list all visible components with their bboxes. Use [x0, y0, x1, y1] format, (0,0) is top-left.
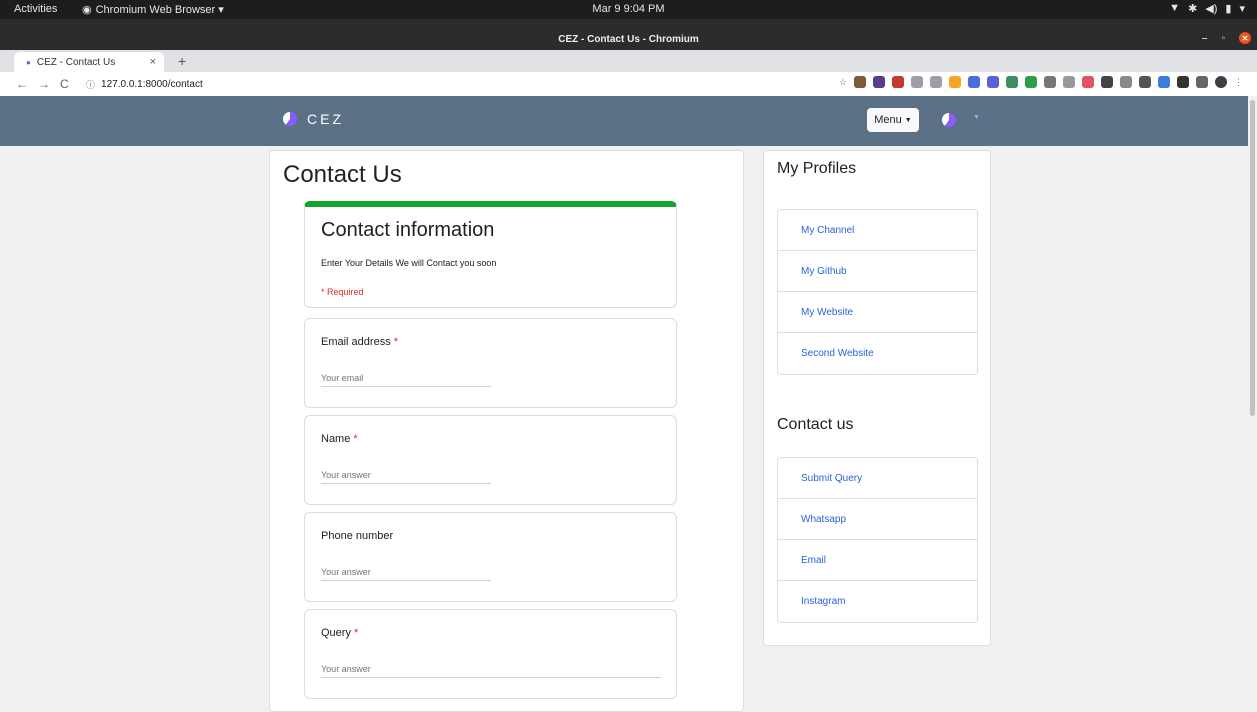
- extension-icon[interactable]: [1025, 76, 1037, 88]
- extension-icon[interactable]: [1101, 76, 1113, 88]
- phone-question-card: Phone number: [304, 512, 677, 602]
- contact-heading: Contact us: [777, 416, 854, 433]
- close-icon[interactable]: ✕: [1239, 32, 1251, 44]
- contact-link-whatsapp[interactable]: Whatsapp: [778, 499, 977, 540]
- extension-icon[interactable]: [1158, 76, 1170, 88]
- question-label: Email address *: [321, 336, 398, 348]
- sidebar-card: My Profiles My Channel My Github My Webs…: [763, 150, 991, 646]
- cez-logo-icon: [283, 112, 297, 126]
- system-tray[interactable]: ▼ ✱ ◀) ▮ ▾: [1169, 2, 1245, 15]
- browser-menu-icon[interactable]: ⋮: [1234, 76, 1243, 88]
- form-description: Enter Your Details We will Contact you s…: [321, 258, 497, 268]
- profile-link-channel[interactable]: My Channel: [778, 210, 977, 251]
- required-asterisk: *: [353, 627, 359, 639]
- caret-down-icon: ▼: [904, 116, 912, 124]
- extensions-area: ☆ ⋮: [839, 76, 1243, 88]
- required-asterisk: *: [353, 433, 358, 445]
- profiles-list: My Channel My Github My Website Second W…: [777, 209, 978, 375]
- extension-icon[interactable]: [930, 76, 942, 88]
- extension-icon[interactable]: [1063, 76, 1075, 88]
- contact-form-card: Contact Us Contact information Enter You…: [269, 150, 744, 712]
- email-label: Email address: [321, 336, 391, 348]
- extensions-puzzle-icon[interactable]: [1177, 76, 1189, 88]
- tab-strip: ● CEZ - Contact Us × +: [0, 50, 1257, 72]
- phone-field[interactable]: [321, 565, 491, 581]
- system-top-bar: Activities ◉ Chromium Web Browser ▾ Mar …: [0, 0, 1257, 19]
- form-header-card: Contact information Enter Your Details W…: [304, 201, 677, 308]
- question-label: Name *: [321, 433, 358, 445]
- brand-name: CEZ: [307, 111, 344, 127]
- site-brand[interactable]: CEZ: [283, 111, 344, 127]
- extension-icon[interactable]: [1044, 76, 1056, 88]
- window-title-bar: CEZ - Contact Us - Chromium – ▫ ✕: [0, 19, 1257, 50]
- reload-icon[interactable]: C: [60, 77, 69, 91]
- minimize-icon[interactable]: –: [1202, 33, 1208, 44]
- caret-down-icon[interactable]: ▼: [973, 114, 980, 121]
- contact-link-email[interactable]: Email: [778, 540, 977, 581]
- extension-icon[interactable]: [1139, 76, 1151, 88]
- extension-icon[interactable]: [911, 76, 923, 88]
- query-field[interactable]: [321, 662, 661, 678]
- menu-dropdown-button[interactable]: Menu ▼: [867, 108, 919, 132]
- extension-icon[interactable]: [892, 76, 904, 88]
- new-tab-icon[interactable]: +: [178, 53, 186, 69]
- window-controls: – ▫ ✕: [1202, 32, 1251, 44]
- window-title: CEZ - Contact Us - Chromium: [558, 34, 699, 45]
- query-label: Query: [321, 627, 351, 639]
- extension-icon[interactable]: [987, 76, 999, 88]
- bookmark-star-icon[interactable]: ☆: [839, 76, 847, 88]
- question-label: Query *: [321, 627, 358, 639]
- extension-icon[interactable]: [968, 76, 980, 88]
- profiles-heading: My Profiles: [777, 160, 857, 177]
- page-scrollbar[interactable]: [1248, 96, 1257, 704]
- required-asterisk: *: [393, 336, 398, 348]
- email-question-card: Email address *: [304, 318, 677, 408]
- required-note: * Required: [321, 287, 364, 297]
- page-title: Contact Us: [283, 161, 402, 188]
- name-question-card: Name *: [304, 415, 677, 505]
- profile-avatar-icon[interactable]: [1215, 76, 1227, 88]
- browser-tab[interactable]: ● CEZ - Contact Us ×: [14, 52, 164, 72]
- extension-icon[interactable]: [1006, 76, 1018, 88]
- site-info-icon[interactable]: ⓘ: [86, 78, 95, 91]
- name-field[interactable]: [321, 468, 491, 484]
- bluetooth-icon: ✱: [1188, 3, 1198, 15]
- maximize-icon[interactable]: ▫: [1221, 33, 1225, 44]
- url-text: 127.0.0.1:8000/contact: [101, 79, 203, 90]
- contact-link-instagram[interactable]: Instagram: [778, 581, 977, 622]
- name-label: Name: [321, 433, 351, 445]
- extension-icon[interactable]: [854, 76, 866, 88]
- menu-button-label: Menu: [874, 114, 902, 126]
- extension-icon[interactable]: [949, 76, 961, 88]
- reading-list-icon[interactable]: [1196, 76, 1208, 88]
- site-navbar: CEZ Menu ▼ ▼: [0, 96, 1257, 146]
- scrollbar-thumb[interactable]: [1250, 100, 1255, 416]
- profile-link-second-website[interactable]: Second Website: [778, 333, 977, 374]
- profile-link-github[interactable]: My Github: [778, 251, 977, 292]
- tab-title: CEZ - Contact Us: [36, 56, 116, 68]
- wifi-icon: ▼: [1169, 2, 1181, 14]
- user-logo-icon[interactable]: [942, 113, 956, 127]
- profile-link-website[interactable]: My Website: [778, 292, 977, 333]
- query-question-card: Query *: [304, 609, 677, 699]
- extension-icon[interactable]: [1120, 76, 1132, 88]
- extension-icon[interactable]: [1082, 76, 1094, 88]
- address-bar[interactable]: ⓘ 127.0.0.1:8000/contact: [86, 78, 203, 91]
- tab-favicon-icon: ●: [26, 57, 31, 67]
- forward-icon[interactable]: →: [38, 77, 50, 91]
- tab-close-icon[interactable]: ×: [150, 56, 156, 68]
- chevron-down-icon: ▾: [1239, 3, 1245, 15]
- form-title: Contact information: [321, 219, 495, 241]
- address-toolbar: ← → C ⓘ 127.0.0.1:8000/contact ☆ ⋮: [0, 72, 1257, 97]
- clock[interactable]: Mar 9 9:04 PM: [0, 3, 1257, 15]
- battery-icon: ▮: [1225, 3, 1232, 15]
- email-field[interactable]: [321, 371, 491, 387]
- question-label: Phone number: [321, 530, 396, 542]
- phone-label: Phone number: [321, 530, 394, 542]
- extension-icon[interactable]: [873, 76, 885, 88]
- back-icon[interactable]: ←: [16, 77, 28, 91]
- contact-list: Submit Query Whatsapp Email Instagram: [777, 457, 978, 623]
- volume-icon: ◀): [1205, 3, 1218, 15]
- contact-link-submit-query[interactable]: Submit Query: [778, 458, 977, 499]
